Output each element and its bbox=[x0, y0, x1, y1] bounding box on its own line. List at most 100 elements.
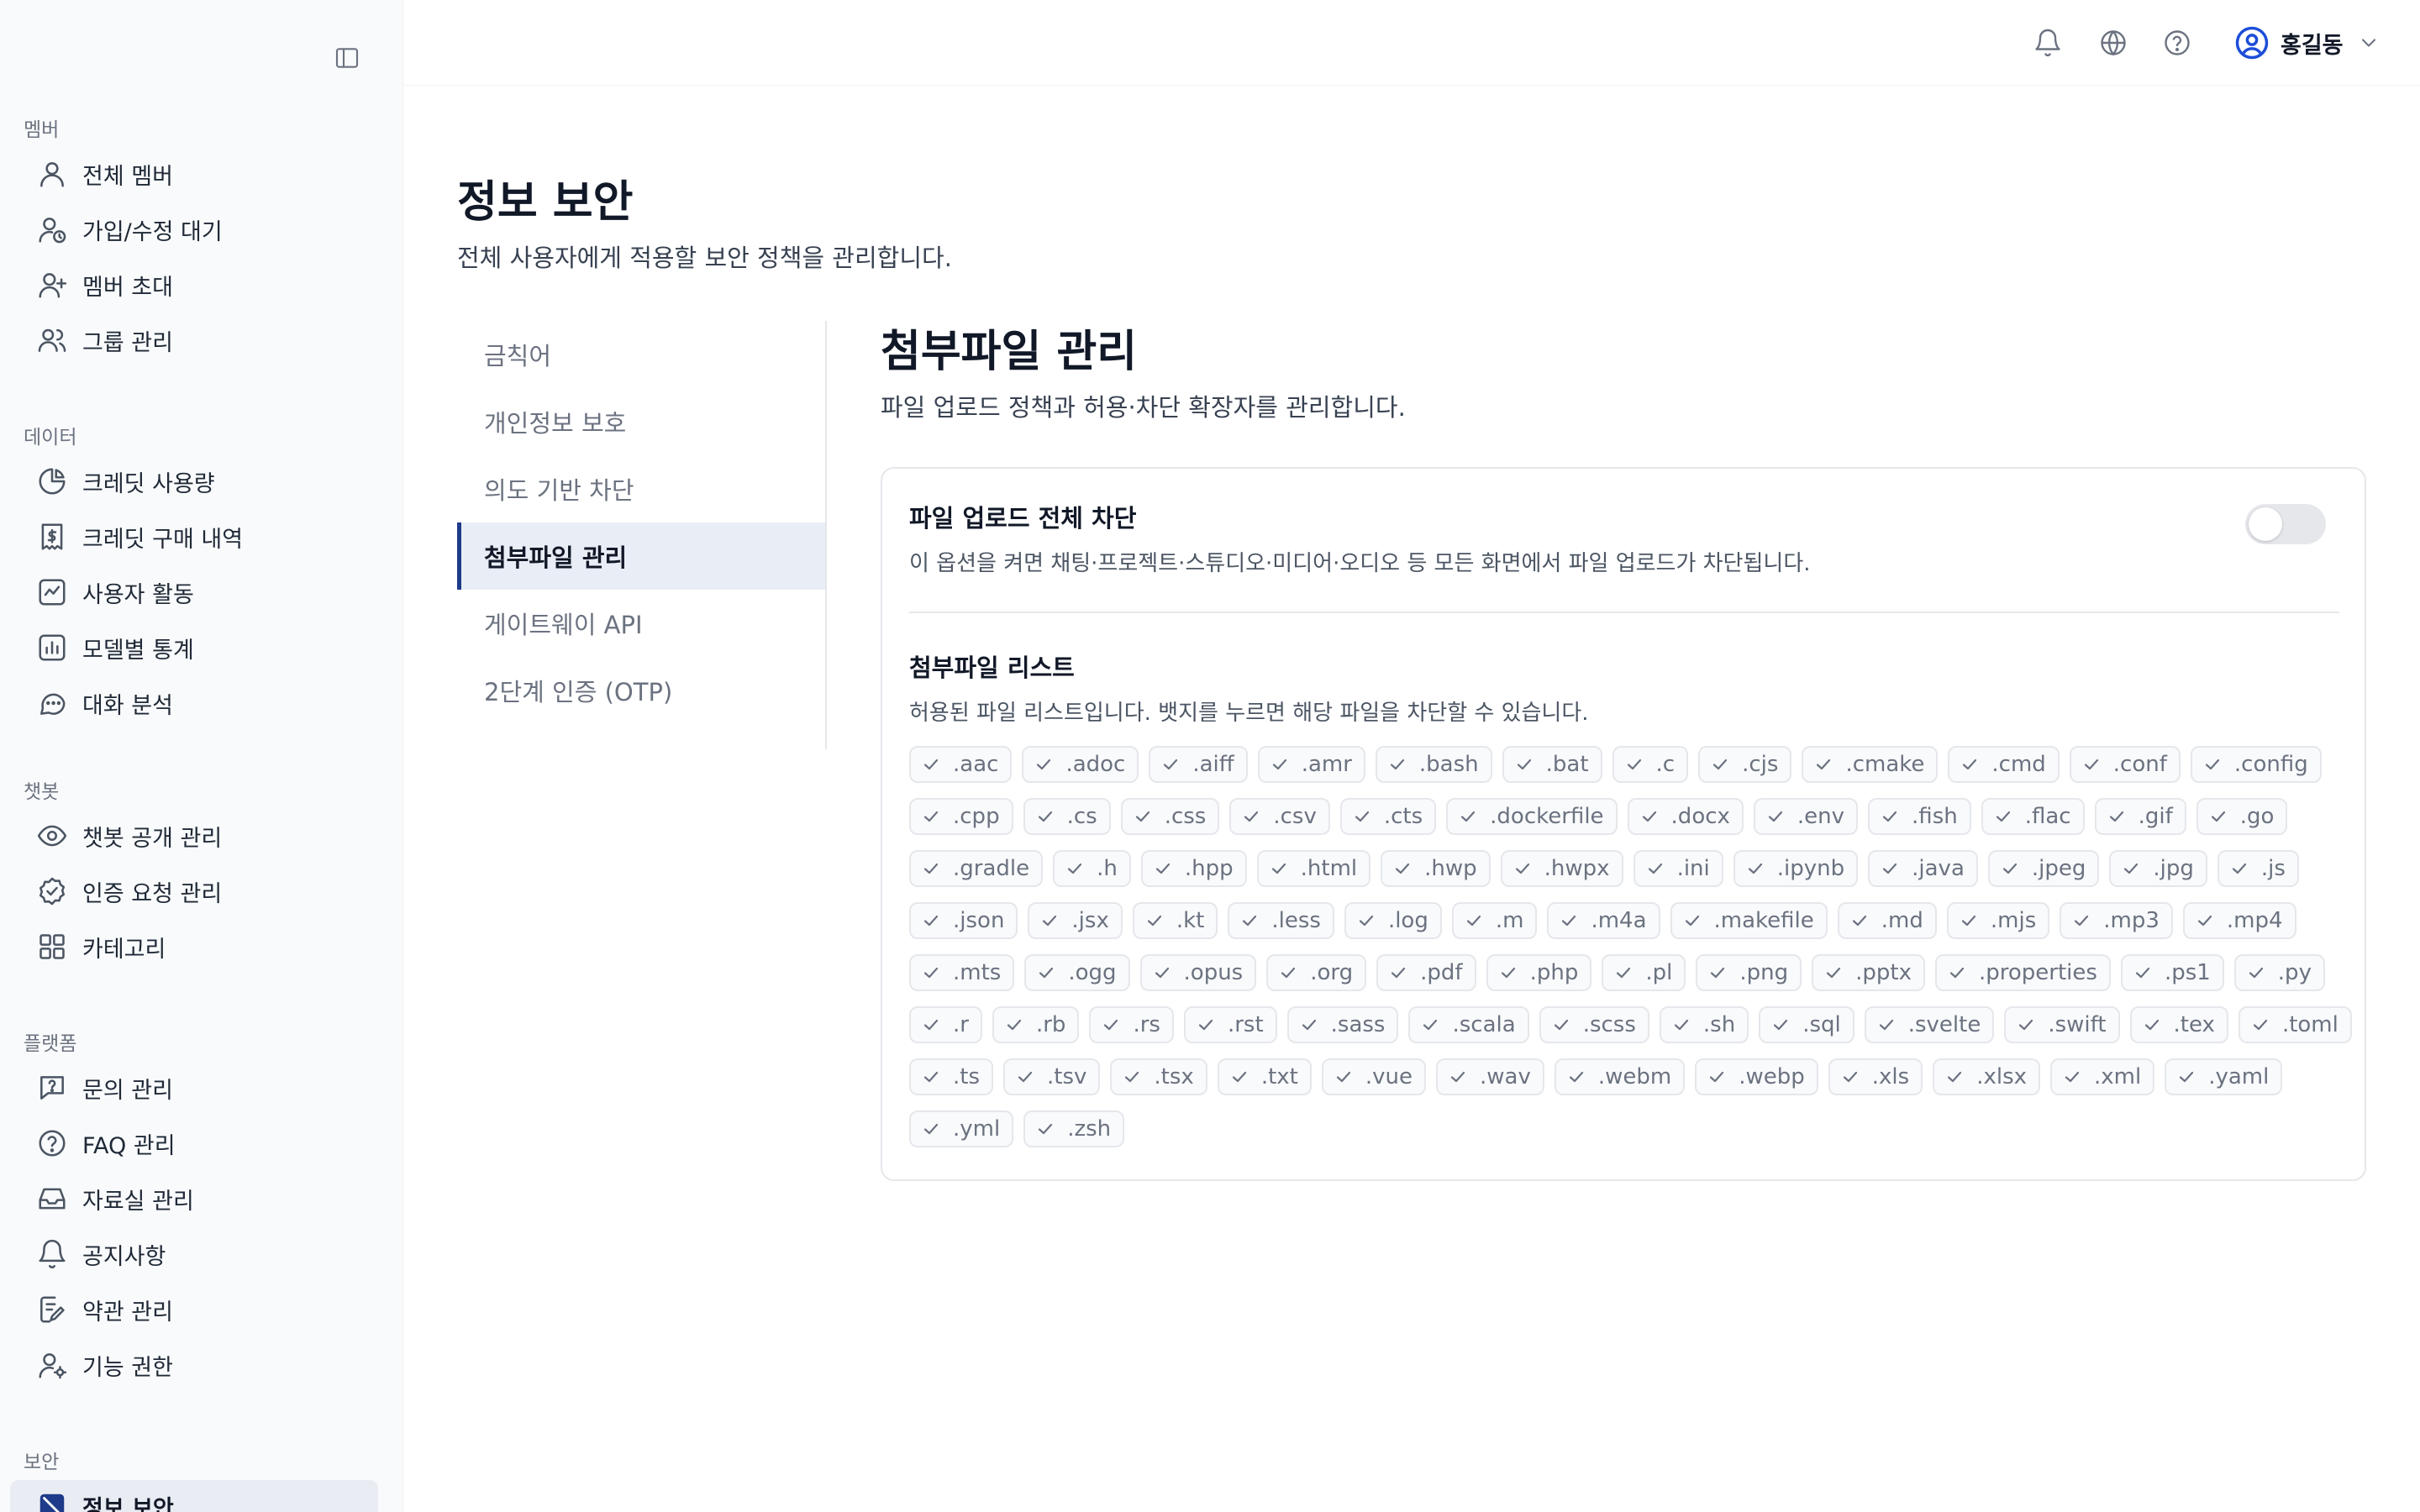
globe-icon[interactable] bbox=[2096, 25, 2131, 60]
extension-badge[interactable]: .pl bbox=[1602, 954, 1686, 991]
extension-badge[interactable]: .cs bbox=[1023, 798, 1111, 835]
extension-badge[interactable]: .rst bbox=[1183, 1006, 1277, 1043]
extension-badge[interactable]: .bash bbox=[1375, 746, 1492, 783]
extension-badge[interactable]: .cmake bbox=[1802, 746, 1939, 783]
extension-badge[interactable]: .tsv bbox=[1003, 1058, 1101, 1095]
extension-badge[interactable]: .ogg bbox=[1024, 954, 1130, 991]
extension-badge[interactable]: .h bbox=[1053, 850, 1131, 887]
extension-badge[interactable]: .mp4 bbox=[2182, 902, 2296, 939]
extension-badge[interactable]: .env bbox=[1753, 798, 1859, 835]
extension-badge[interactable]: .mjs bbox=[1946, 902, 2050, 939]
extension-badge[interactable]: .tsx bbox=[1110, 1058, 1207, 1095]
extension-badge[interactable]: .pptx bbox=[1812, 954, 1925, 991]
extension-badge[interactable]: .hwpx bbox=[1500, 850, 1623, 887]
extension-badge[interactable]: .css bbox=[1120, 798, 1220, 835]
extension-badge[interactable]: .swift bbox=[2004, 1006, 2120, 1043]
extension-badge[interactable]: .go bbox=[2196, 798, 2288, 835]
extension-badge[interactable]: .md bbox=[1837, 902, 1937, 939]
sidebar-item[interactable]: 카테고리 bbox=[10, 921, 378, 973]
sidebar-item[interactable]: 문의 관리 bbox=[10, 1062, 378, 1114]
extension-badge[interactable]: .xml bbox=[2050, 1058, 2155, 1095]
subnav-item[interactable]: 개인정보 보호 bbox=[457, 388, 825, 455]
sidebar-item[interactable]: 멤버 초대 bbox=[10, 259, 378, 311]
extension-badge[interactable]: .hwp bbox=[1381, 850, 1491, 887]
extension-badge[interactable]: .webm bbox=[1554, 1058, 1686, 1095]
subnav-item[interactable]: 2단계 인증 (OTP) bbox=[457, 657, 825, 724]
sidebar-item[interactable]: 크레딧 구매 내역 bbox=[10, 511, 378, 563]
subnav-item[interactable]: 금칙어 bbox=[457, 321, 825, 388]
extension-badge[interactable]: .less bbox=[1228, 902, 1334, 939]
extension-badge[interactable]: .ts bbox=[909, 1058, 994, 1095]
extension-badge[interactable]: .sh bbox=[1659, 1006, 1749, 1043]
extension-badge[interactable]: .pdf bbox=[1376, 954, 1476, 991]
extension-badge[interactable]: .yaml bbox=[2165, 1058, 2283, 1095]
extension-badge[interactable]: .m4a bbox=[1547, 902, 1660, 939]
upload-block-toggle[interactable] bbox=[2245, 504, 2326, 544]
sidebar-item[interactable]: 챗봇 공개 관리 bbox=[10, 810, 378, 862]
extension-badge[interactable]: .yml bbox=[909, 1110, 1014, 1147]
extension-badge[interactable]: .dockerfile bbox=[1446, 798, 1618, 835]
extension-badge[interactable]: .makefile bbox=[1670, 902, 1828, 939]
extension-badge[interactable]: .csv bbox=[1229, 798, 1330, 835]
extension-badge[interactable]: .sql bbox=[1759, 1006, 1854, 1043]
extension-badge[interactable]: .sass bbox=[1286, 1006, 1399, 1043]
sidebar-item[interactable]: 공지사항 bbox=[10, 1228, 378, 1280]
extension-badge[interactable]: .html bbox=[1256, 850, 1371, 887]
extension-badge[interactable]: .conf bbox=[2069, 746, 2181, 783]
extension-badge[interactable]: .jpeg bbox=[1987, 850, 2100, 887]
extension-badge[interactable]: .webp bbox=[1695, 1058, 1818, 1095]
subnav-item[interactable]: 첨부파일 관리 bbox=[457, 522, 825, 590]
sidebar-item[interactable]: 모델별 통계 bbox=[10, 622, 378, 674]
extension-badge[interactable]: .wav bbox=[1436, 1058, 1544, 1095]
extension-badge[interactable]: .cts bbox=[1339, 798, 1437, 835]
extension-badge[interactable]: .bat bbox=[1502, 746, 1602, 783]
sidebar-item[interactable]: 인증 요청 관리 bbox=[10, 865, 378, 917]
sidebar-item[interactable]: FAQ 관리 bbox=[10, 1117, 378, 1169]
extension-badge[interactable]: .jsx bbox=[1028, 902, 1123, 939]
extension-badge[interactable]: .svelte bbox=[1864, 1006, 1995, 1043]
extension-badge[interactable]: .aiff bbox=[1149, 746, 1248, 783]
extension-badge[interactable]: .properties bbox=[1934, 954, 2111, 991]
subnav-item[interactable]: 게이트웨이 API bbox=[457, 590, 825, 657]
extension-badge[interactable]: .amr bbox=[1257, 746, 1365, 783]
sidebar-item[interactable]: 기능 권한 bbox=[10, 1339, 378, 1391]
sidebar-item[interactable]: 약관 관리 bbox=[10, 1284, 378, 1336]
extension-badge[interactable]: .mp3 bbox=[2060, 902, 2173, 939]
bell-icon[interactable] bbox=[2030, 25, 2065, 60]
extension-badge[interactable]: .xls bbox=[1828, 1058, 1923, 1095]
extension-badge[interactable]: .vue bbox=[1321, 1058, 1427, 1095]
extension-badge[interactable]: .gif bbox=[2094, 798, 2186, 835]
extension-badge[interactable]: .php bbox=[1486, 954, 1592, 991]
extension-badge[interactable]: .toml bbox=[2238, 1006, 2352, 1043]
extension-badge[interactable]: .gradle bbox=[909, 850, 1044, 887]
extension-badge[interactable]: .png bbox=[1696, 954, 1802, 991]
sidebar-toggle-icon[interactable] bbox=[331, 44, 363, 72]
sidebar-item[interactable]: 정보 보안 bbox=[10, 1480, 378, 1512]
sidebar-item[interactable]: 그룹 관리 bbox=[10, 314, 378, 366]
extension-badge[interactable]: .txt bbox=[1217, 1058, 1312, 1095]
sidebar-item[interactable]: 자료실 관리 bbox=[10, 1173, 378, 1225]
extension-badge[interactable]: .ps1 bbox=[2120, 954, 2224, 991]
extension-badge[interactable]: .adoc bbox=[1022, 746, 1139, 783]
subnav-item[interactable]: 의도 기반 차단 bbox=[457, 455, 825, 522]
extension-badge[interactable]: .mts bbox=[909, 954, 1015, 991]
extension-badge[interactable]: .ini bbox=[1633, 850, 1723, 887]
extension-badge[interactable]: .m bbox=[1451, 902, 1538, 939]
extension-badge[interactable]: .tex bbox=[2129, 1006, 2228, 1043]
extension-badge[interactable]: .cmd bbox=[1948, 746, 2060, 783]
extension-badge[interactable]: .flac bbox=[1981, 798, 2085, 835]
extension-badge[interactable]: .config bbox=[2190, 746, 2322, 783]
extension-badge[interactable]: .org bbox=[1266, 954, 1367, 991]
extension-badge[interactable]: .cjs bbox=[1698, 746, 1792, 783]
extension-badge[interactable]: .fish bbox=[1868, 798, 1971, 835]
sidebar-item[interactable]: 전체 멤버 bbox=[10, 148, 378, 200]
extension-badge[interactable]: .js bbox=[2217, 850, 2299, 887]
sidebar-item[interactable]: 가입/수정 대기 bbox=[10, 203, 378, 255]
extension-badge[interactable]: .opus bbox=[1139, 954, 1257, 991]
extension-badge[interactable]: .aac bbox=[909, 746, 1013, 783]
extension-badge[interactable]: .hpp bbox=[1140, 850, 1247, 887]
extension-badge[interactable]: .java bbox=[1868, 850, 1978, 887]
extension-badge[interactable]: .xlsx bbox=[1933, 1058, 2041, 1095]
extension-badge[interactable]: .cpp bbox=[909, 798, 1013, 835]
extension-badge[interactable]: .rb bbox=[992, 1006, 1080, 1043]
